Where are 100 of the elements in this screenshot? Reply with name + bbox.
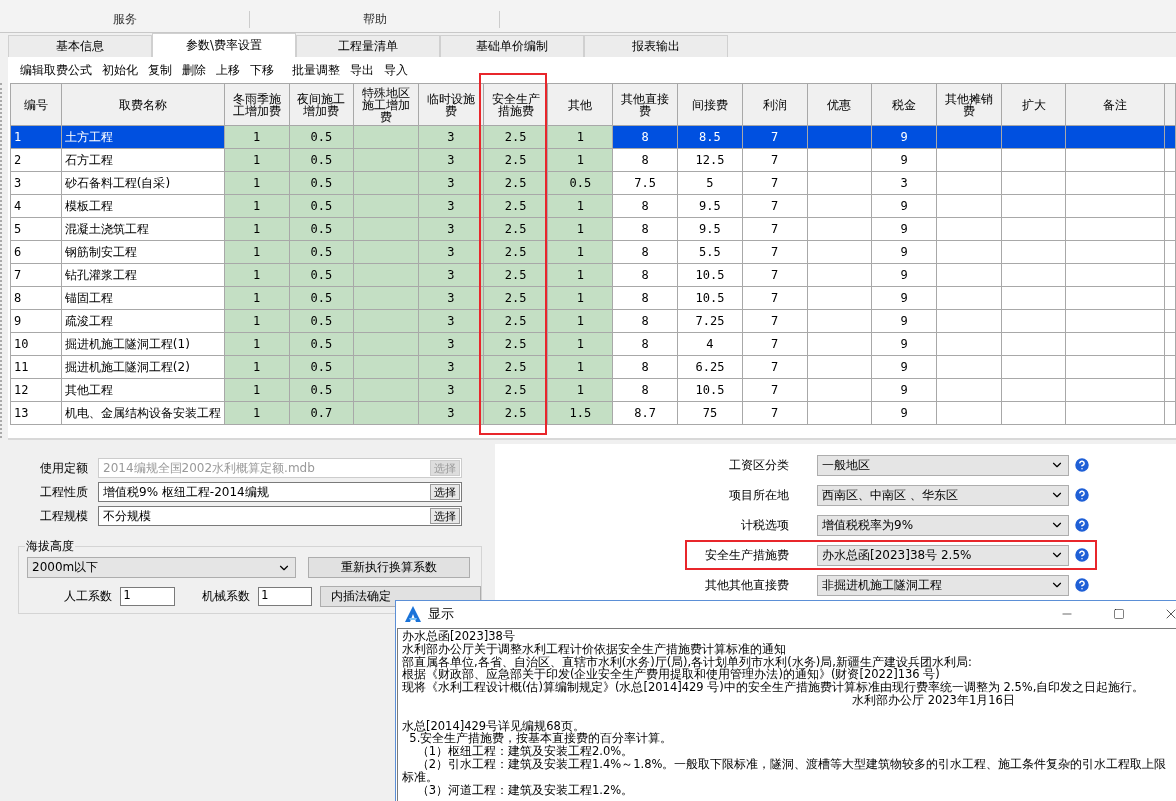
table-cell: 疏浚工程 xyxy=(61,309,225,333)
field-label: 使用定额 xyxy=(39,459,89,477)
dialog-title: 显示 xyxy=(428,605,455,623)
text-line: 5.安全生产措施费，按基本直接费的百分率计算。 xyxy=(409,732,674,746)
option-label: 安全生产措施费 xyxy=(704,546,790,564)
toolbar-button[interactable]: 批量调整 xyxy=(292,61,340,79)
option-label: 计税选项 xyxy=(740,516,790,534)
table-cell: 石方工程 xyxy=(61,148,225,172)
column-header: 利润 xyxy=(742,83,808,126)
table-cell: 13 xyxy=(10,401,62,425)
input-field[interactable]: 不分规模 选择 xyxy=(98,506,462,526)
recalc-button[interactable]: 重新执行换算系数 xyxy=(308,557,470,578)
select-button[interactable]: 选择 xyxy=(430,484,460,500)
menu-item[interactable]: 服务 xyxy=(0,11,250,28)
toolbar-button[interactable]: 复制 xyxy=(148,61,172,79)
table-cell: 12 xyxy=(10,378,62,402)
help-icon[interactable] xyxy=(1073,576,1091,594)
table-cell: 11 xyxy=(10,355,62,379)
maximize-icon[interactable] xyxy=(1113,608,1125,620)
table-cell: 钢筋制安工程 xyxy=(61,240,225,264)
input-field[interactable]: 1 xyxy=(120,587,175,606)
menu-item[interactable]: 帮助 xyxy=(250,11,500,28)
table-cell: 2 xyxy=(10,148,62,172)
column-header: 其他摊销费 xyxy=(936,83,1002,126)
dropdown[interactable]: 增值税税率为9% xyxy=(817,514,1069,536)
dropdown[interactable]: 2000m以下 xyxy=(27,557,296,578)
column-header: 取费名称 xyxy=(61,83,225,126)
dropdown[interactable]: 办水总函[2023]38号 2.5% xyxy=(817,544,1069,566)
table-cell: 砂石备料工程(自采) xyxy=(61,171,225,195)
app-logo-icon xyxy=(404,605,422,623)
table-cell: 土方工程 xyxy=(61,125,225,149)
table-cell: 钻孔灌浆工程 xyxy=(61,263,225,287)
help-icon[interactable] xyxy=(1073,456,1091,474)
text-line: （1）枢纽工程：建筑及安装工程2.0%。 xyxy=(415,745,635,758)
toolbar-button[interactable]: 删除 xyxy=(182,61,206,79)
tab[interactable]: 报表输出 xyxy=(584,35,728,57)
text-line: 部直属各单位,各省、自治区、直辖市水利(水务)厅(局),各计划单列市水利(水务)局,新疆生产建设兵团水利局: xyxy=(402,655,973,669)
table-cell: 8 xyxy=(10,286,62,310)
table-cell: 其他工程 xyxy=(61,378,225,402)
column-header: 临时设施费 xyxy=(418,83,484,126)
field-value: 不分规模 xyxy=(103,507,151,525)
field-label: 机械系数 xyxy=(200,588,251,605)
text-line: 办水总函[2023]38号 xyxy=(402,630,516,643)
field-label: 人工系数 xyxy=(63,588,114,605)
column-header: 其他直接费 xyxy=(612,83,678,126)
text-line: 水利部办公厅 2023年1月16日 xyxy=(851,694,1016,707)
text-line: （3）河道工程：建筑及安装工程1.2%。 xyxy=(416,783,635,797)
field-label: 工程性质 xyxy=(39,483,89,501)
toolbar-button[interactable]: 下移 xyxy=(250,61,274,79)
column-header: 冬雨季施工增加费 xyxy=(224,83,289,126)
table-cell: 掘进机施工隧洞工程(2) xyxy=(61,355,225,379)
tab[interactable]: 工程量清单 xyxy=(296,35,440,57)
toolbar-button[interactable]: 导入 xyxy=(384,61,408,79)
text-line: 现将《水利工程设计概(估)算编制规定》(水总[2014]429 号)中的安全生产措施费计算标准由现行费率统一调整为 2.5%,自印发之日起施行。 xyxy=(402,681,1146,694)
dropdown[interactable]: 西南区、中南区 、华东区 xyxy=(817,484,1069,506)
text-line: 水总[2014]429号详见编规68页。 xyxy=(402,719,585,733)
input-field[interactable]: 1 xyxy=(257,587,313,606)
column-header: 间接费 xyxy=(677,83,743,126)
field-value: 增值税9% 枢纽工程-2014编规 xyxy=(103,483,269,501)
help-icon[interactable] xyxy=(1073,516,1091,534)
table-cell: 5 xyxy=(10,217,62,241)
table-cell: 1 xyxy=(10,125,62,149)
field-label: 工程规模 xyxy=(39,507,89,525)
table-cell: 4 xyxy=(10,194,62,218)
field-value: 2014编规全国2002水利概算定额.mdb xyxy=(103,459,315,477)
tab[interactable]: 基本信息 xyxy=(8,35,152,57)
table-cell: 3 xyxy=(10,171,62,195)
help-icon[interactable] xyxy=(1073,486,1091,504)
table-cell: 7 xyxy=(10,263,62,287)
column-header: 夜间施工增加费 xyxy=(289,83,354,126)
table-cell: 6 xyxy=(10,240,62,264)
toolbar-button[interactable]: 初始化 xyxy=(102,61,138,79)
input-field[interactable]: 增值税9% 枢纽工程-2014编规 选择 xyxy=(98,482,462,502)
table-cell: 模板工程 xyxy=(61,194,225,218)
column-header: 其他 xyxy=(548,83,613,126)
column-header: 税金 xyxy=(871,83,937,126)
text-line: 水利部办公厅关于调整水利工程计价依据安全生产措施费计算标准的通知 xyxy=(402,642,786,656)
tab[interactable]: 基础单价编制 xyxy=(440,35,584,57)
column-header: 备注 xyxy=(1065,83,1165,126)
help-icon[interactable] xyxy=(1073,546,1091,564)
toolbar-button[interactable]: 上移 xyxy=(216,61,240,79)
table-cell: 10 xyxy=(10,332,62,356)
table-cell: 掘进机施工隧洞工程(1) xyxy=(61,332,225,356)
column-header: 编号 xyxy=(10,83,62,126)
column-header: 安全生产措施费 xyxy=(483,83,548,126)
select-button[interactable]: 选择 xyxy=(430,508,460,524)
option-label: 其他其他直接费 xyxy=(704,576,790,594)
table-cell: 9 xyxy=(10,309,62,333)
dropdown[interactable]: 非掘进机施工隧洞工程 xyxy=(817,574,1069,596)
toolbar-button[interactable]: 导出 xyxy=(350,61,374,79)
table-cell: 机电、金属结构设备安装工程 xyxy=(61,401,225,425)
dropdown[interactable]: 一般地区 xyxy=(817,454,1069,476)
group-title: 海拔高度 xyxy=(25,538,75,555)
column-header: 扩大 xyxy=(1001,83,1066,126)
toolbar-button[interactable]: 编辑取费公式 xyxy=(20,61,92,79)
table-cell: 混凝土浇筑工程 xyxy=(61,217,225,241)
tab[interactable]: 参数\费率设置 xyxy=(152,33,296,57)
column-header: 特殊地区施工增加费 xyxy=(353,83,419,126)
option-label: 项目所在地 xyxy=(728,486,790,504)
text-line: 根据《财政部、应急部关于印发(企业安全生产费用提取和使用管理办法)的通知》(财资[2022]136 号) xyxy=(402,668,940,682)
